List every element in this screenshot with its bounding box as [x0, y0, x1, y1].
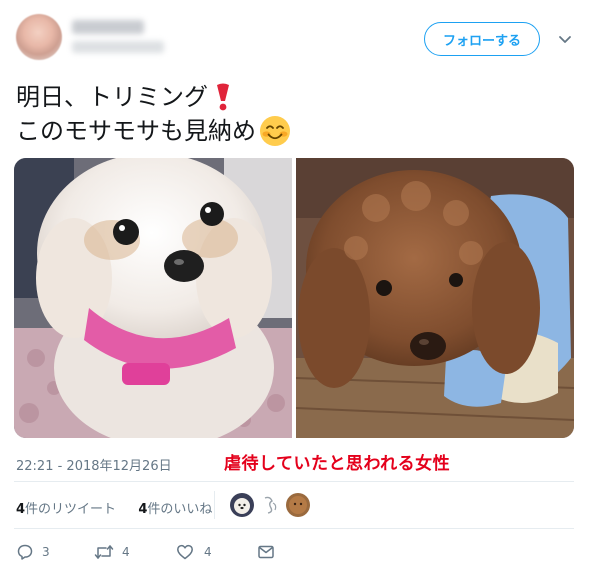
envelope-icon[interactable]: [257, 543, 275, 561]
dm-action[interactable]: [257, 543, 275, 561]
retweet-count: 4: [122, 545, 130, 559]
stats-separator: [214, 491, 215, 519]
avatar[interactable]: [16, 14, 62, 60]
username-blurred[interactable]: [72, 41, 164, 53]
like-count: 4: [204, 545, 212, 559]
tweet-media[interactable]: [14, 158, 574, 438]
display-name-blurred[interactable]: [72, 20, 144, 34]
overlay-caption: 虐待していたと思われる女性: [224, 454, 451, 474]
like-stat[interactable]: 4件のいいね: [138, 502, 212, 517]
tweet-text: 明日、トリミング このモサモサも見納め: [16, 80, 291, 148]
tweet-line-2: このモサモサも見納め: [16, 117, 256, 145]
retweet-icon[interactable]: [94, 543, 114, 561]
reply-icon[interactable]: [16, 543, 34, 561]
photo-white-dog[interactable]: [14, 158, 292, 438]
engagement-stats: 4件のリツイート 4件のいいね: [16, 498, 212, 517]
exclamation-icon: [217, 83, 229, 111]
smiling-face-icon: [260, 116, 290, 146]
liker-avatar-dog[interactable]: [230, 493, 254, 517]
heart-icon[interactable]: [176, 543, 194, 561]
tweet-line-1: 明日、トリミング: [16, 83, 208, 111]
divider: [14, 528, 574, 529]
retweet-action[interactable]: 4: [94, 543, 130, 561]
photo-brown-poodle[interactable]: [296, 158, 574, 438]
liker-avatar-sketch[interactable]: [258, 493, 282, 517]
reply-action[interactable]: 3: [16, 543, 50, 561]
reply-count: 3: [42, 545, 50, 559]
chevron-down-icon[interactable]: [556, 30, 574, 48]
liker-avatar-brown[interactable]: [286, 493, 310, 517]
divider: [14, 481, 574, 482]
follow-button[interactable]: フォローする: [424, 22, 540, 56]
like-action[interactable]: 4: [176, 543, 212, 561]
tweet-timestamp[interactable]: 22:21 - 2018年12月26日: [16, 455, 172, 474]
retweet-stat[interactable]: 4件のリツイート: [16, 502, 116, 517]
